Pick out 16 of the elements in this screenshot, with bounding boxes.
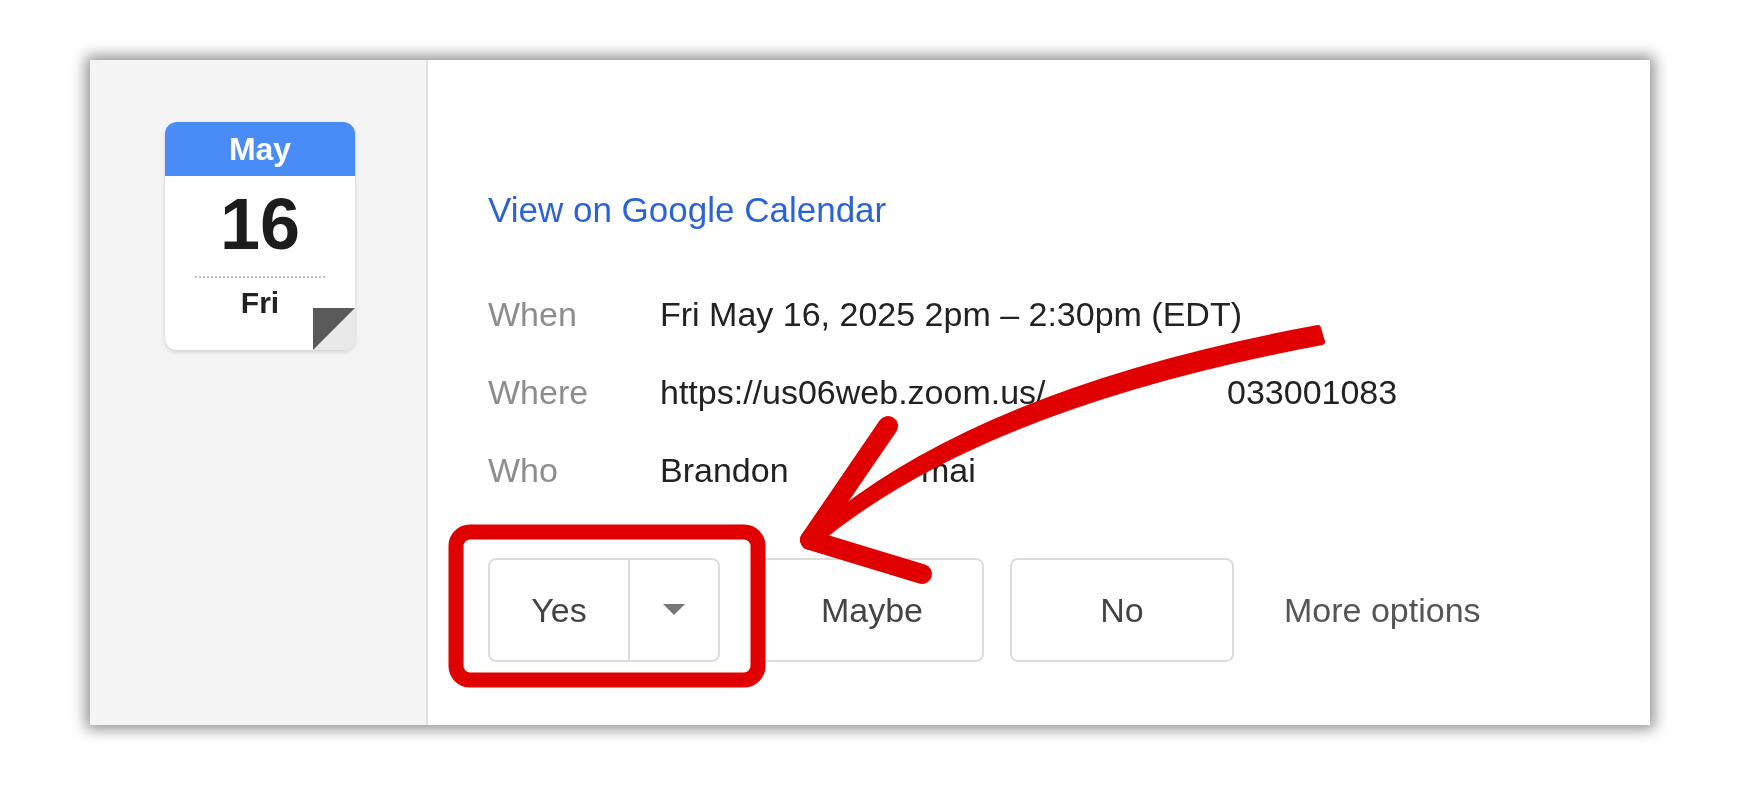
detail-value: https://us06web.zoom.us/: [660, 372, 1047, 413]
detail-label: Where: [488, 372, 590, 413]
detail-value: Fri May 16, 2025 2pm – 2:30pm (EDT): [660, 294, 1242, 335]
detail-value: Brandon: [660, 450, 790, 491]
month-label: May: [165, 122, 355, 176]
calendar-link[interactable]: View on Google Calendar: [488, 190, 887, 229]
more-options-link[interactable]: More options: [1284, 590, 1481, 630]
caret-icon: [663, 604, 685, 616]
page-curl-icon: [313, 308, 355, 350]
rsvp-button[interactable]: Yes: [490, 560, 630, 660]
rsvp-button[interactable]: No: [1010, 558, 1234, 662]
detail-value: 033001083: [1227, 372, 1398, 413]
detail-label: Who: [488, 450, 559, 491]
weekday-label: Fri: [240, 286, 280, 320]
day-number: 16: [219, 188, 301, 260]
detail-label: When: [488, 294, 578, 335]
